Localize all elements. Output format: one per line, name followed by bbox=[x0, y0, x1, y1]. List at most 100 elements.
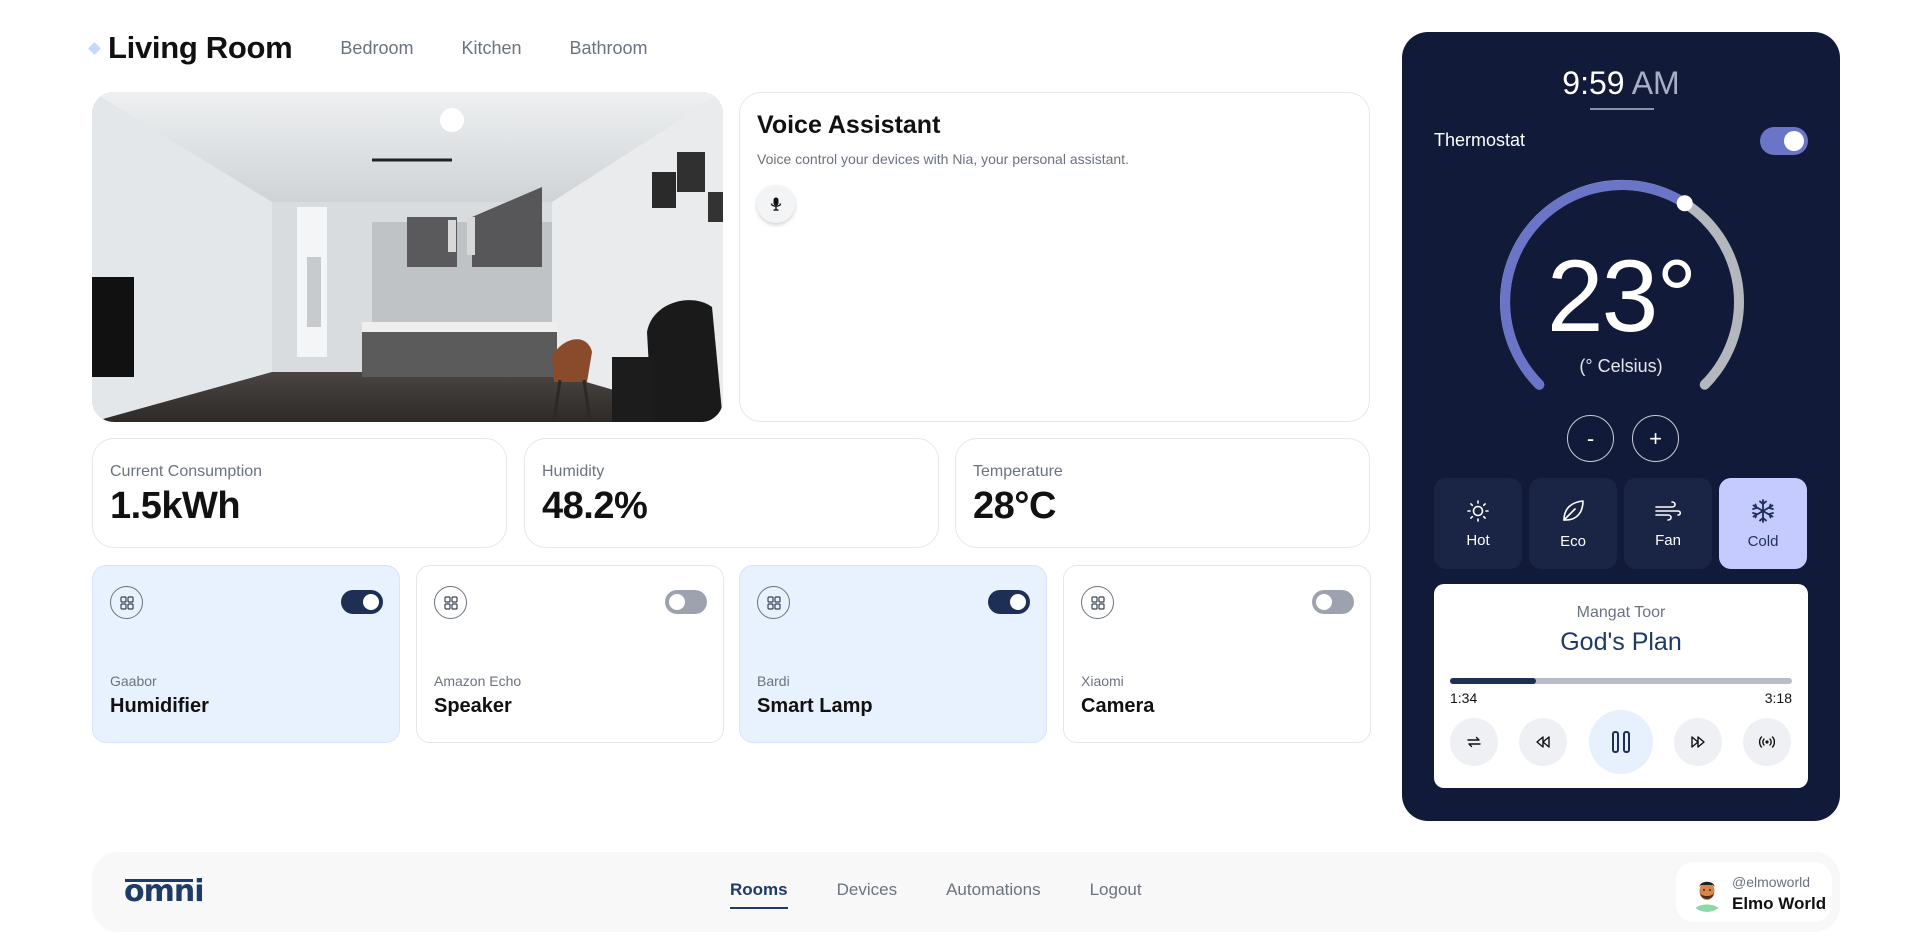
tab-kitchen[interactable]: Kitchen bbox=[461, 38, 521, 59]
mode-fan[interactable]: Fan bbox=[1624, 478, 1712, 569]
pause-button[interactable] bbox=[1589, 710, 1653, 774]
stat-value: 48.2% bbox=[542, 485, 648, 527]
repeat-button[interactable] bbox=[1450, 718, 1498, 766]
voice-assistant-description: Voice control your devices with Nia, you… bbox=[757, 151, 1129, 167]
mode-cold[interactable]: Cold bbox=[1719, 478, 1807, 569]
rewind-icon bbox=[1536, 736, 1550, 748]
thermostat-panel: 9:59 AM Thermostat 23° (° Celsius) - + H… bbox=[1402, 32, 1840, 821]
grid-icon bbox=[434, 586, 467, 619]
repeat-icon bbox=[1467, 736, 1481, 748]
voice-assistant-card: Voice Assistant Voice control your devic… bbox=[739, 92, 1370, 422]
increase-temperature-button[interactable]: + bbox=[1632, 415, 1679, 462]
pause-icon bbox=[1612, 731, 1630, 753]
nav-logout[interactable]: Logout bbox=[1090, 880, 1142, 900]
stat-temperature: Temperature 28°C bbox=[955, 438, 1370, 548]
mode-label: Fan bbox=[1655, 531, 1681, 549]
room-header: Living Room Bedroom Kitchen Bathroom bbox=[88, 30, 648, 66]
clock-divider bbox=[1590, 108, 1654, 110]
device-name: Speaker bbox=[434, 695, 512, 717]
mode-eco[interactable]: Eco bbox=[1529, 478, 1617, 569]
app-logo[interactable]: omni bbox=[124, 874, 205, 909]
dial-handle[interactable] bbox=[1676, 195, 1693, 212]
broadcast-icon bbox=[1758, 736, 1776, 748]
thermostat-label: Thermostat bbox=[1434, 130, 1526, 150]
wind-icon bbox=[1655, 500, 1682, 521]
temperature-value: 23° bbox=[1546, 239, 1697, 353]
mode-label: Hot bbox=[1466, 531, 1490, 549]
track-progress-bar[interactable] bbox=[1450, 678, 1792, 684]
clock-ampm: AM bbox=[1631, 65, 1680, 101]
microphone-button[interactable] bbox=[757, 185, 795, 223]
toggle-knob bbox=[669, 594, 685, 610]
stat-humidity: Humidity 48.2% bbox=[524, 438, 939, 548]
clock: 9:59 AM bbox=[1402, 65, 1840, 102]
grid-icon bbox=[110, 586, 143, 619]
page-title[interactable]: Living Room bbox=[108, 30, 293, 66]
clock-time: 9:59 bbox=[1562, 65, 1625, 101]
nav-rooms[interactable]: Rooms bbox=[730, 880, 788, 909]
camera-feed[interactable] bbox=[92, 92, 723, 422]
toggle-knob bbox=[1784, 131, 1804, 151]
user-handle: @elmoworld bbox=[1732, 874, 1811, 890]
mode-label: Eco bbox=[1560, 532, 1586, 550]
camera-feed-image bbox=[92, 92, 723, 422]
tab-bedroom[interactable]: Bedroom bbox=[340, 38, 413, 59]
device-card-speaker[interactable]: Amazon Echo Speaker bbox=[416, 565, 724, 743]
toggle-knob bbox=[1010, 594, 1026, 610]
device-name: Humidifier bbox=[110, 695, 209, 717]
device-card-humidifier[interactable]: Gaabor Humidifier bbox=[92, 565, 400, 743]
snowflake-icon bbox=[1752, 498, 1774, 523]
leaf-icon bbox=[1563, 499, 1584, 521]
stat-label: Humidity bbox=[542, 463, 605, 480]
mode-label: Cold bbox=[1747, 532, 1779, 550]
grid-icon bbox=[1081, 586, 1114, 619]
voice-assistant-title: Voice Assistant bbox=[757, 111, 941, 139]
nav-automations[interactable]: Automations bbox=[946, 880, 1041, 900]
decrease-temperature-button[interactable]: - bbox=[1567, 415, 1614, 462]
nav-devices[interactable]: Devices bbox=[837, 880, 897, 900]
device-brand: Xiaomi bbox=[1081, 673, 1124, 689]
microphone-icon bbox=[770, 197, 782, 211]
speaker-toggle[interactable] bbox=[665, 590, 707, 614]
user-profile[interactable]: @elmoworld Elmo World bbox=[1676, 862, 1832, 922]
fast-forward-button[interactable] bbox=[1674, 718, 1722, 766]
elapsed-time: 1:34 bbox=[1450, 690, 1478, 706]
toggle-knob bbox=[363, 594, 379, 610]
rewind-button[interactable] bbox=[1519, 718, 1567, 766]
device-card-camera[interactable]: Xiaomi Camera bbox=[1063, 565, 1371, 743]
tab-bathroom[interactable]: Bathroom bbox=[570, 38, 648, 59]
stat-label: Current Consumption bbox=[110, 463, 263, 480]
fast-forward-icon bbox=[1691, 736, 1705, 748]
room-tabs: Bedroom Kitchen Bathroom bbox=[340, 38, 647, 59]
device-card-smart-lamp[interactable]: Bardi Smart Lamp bbox=[739, 565, 1047, 743]
device-brand: Bardi bbox=[757, 673, 790, 689]
device-name: Smart Lamp bbox=[757, 695, 873, 717]
broadcast-button[interactable] bbox=[1743, 718, 1791, 766]
user-name: Elmo World bbox=[1732, 894, 1827, 913]
track-title: God's Plan bbox=[1560, 628, 1682, 656]
camera-toggle[interactable] bbox=[1312, 590, 1354, 614]
music-player: Mangat Toor God's Plan 1:34 3:18 bbox=[1434, 584, 1808, 788]
humidifier-toggle[interactable] bbox=[341, 590, 383, 614]
grid-icon bbox=[757, 586, 790, 619]
stat-value: 1.5kWh bbox=[110, 485, 241, 527]
device-brand: Amazon Echo bbox=[434, 673, 522, 689]
thermostat-toggle[interactable] bbox=[1760, 127, 1808, 155]
track-artist: Mangat Toor bbox=[1576, 604, 1666, 621]
active-room-marker bbox=[88, 41, 101, 55]
toggle-knob bbox=[1316, 594, 1332, 610]
nav-links: Rooms Devices Automations Logout bbox=[730, 880, 1142, 909]
bottom-navigation: omni Rooms Devices Automations Logout @e… bbox=[92, 852, 1840, 932]
stat-value: 28°C bbox=[973, 485, 1056, 527]
stat-current-consumption: Current Consumption 1.5kWh bbox=[92, 438, 507, 548]
track-progress-fill bbox=[1450, 678, 1536, 684]
device-brand: Gaabor bbox=[110, 673, 157, 689]
sun-icon bbox=[1467, 499, 1489, 522]
device-name: Camera bbox=[1081, 695, 1155, 717]
smart-lamp-toggle[interactable] bbox=[988, 590, 1030, 614]
mode-selector: Hot Eco Fan Cold bbox=[1434, 478, 1808, 569]
temperature-unit: (° Celsius) bbox=[1579, 356, 1663, 376]
mode-hot[interactable]: Hot bbox=[1434, 478, 1522, 569]
avatar bbox=[1688, 874, 1726, 912]
stat-label: Temperature bbox=[973, 463, 1063, 480]
